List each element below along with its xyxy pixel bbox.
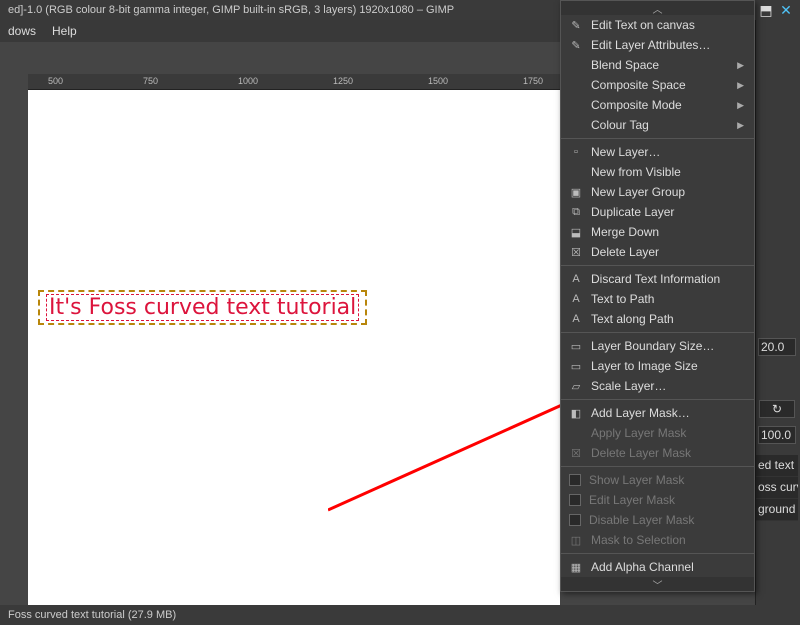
- text-icon: A: [569, 292, 583, 306]
- chevron-right-icon: ▶: [737, 100, 744, 111]
- rotate-icon[interactable]: ↻: [759, 400, 795, 418]
- menu-discard-text[interactable]: ADiscard Text Information: [561, 269, 754, 289]
- selection-icon: ◫: [569, 533, 583, 547]
- chevron-right-icon: ▶: [737, 120, 744, 131]
- menu-separator: [561, 332, 754, 333]
- menu-text-along-path[interactable]: AText along Path: [561, 309, 754, 329]
- menu-scale-layer[interactable]: ▱Scale Layer…: [561, 376, 754, 396]
- menu-new-group[interactable]: ▣New Layer Group: [561, 182, 754, 202]
- opacity-input[interactable]: 100.0: [758, 426, 796, 444]
- menu-delete-mask: ☒Delete Layer Mask: [561, 443, 754, 463]
- canvas-area: 500 750 1000 1250 1500 1750 It's Foss cu…: [0, 42, 560, 605]
- layer-context-menu: ︿ ✎Edit Text on canvas ✎Edit Layer Attri…: [560, 0, 755, 592]
- alpha-icon: ▦: [569, 560, 583, 574]
- menu-edit-mask: Edit Layer Mask: [561, 490, 754, 510]
- menu-scroll-down-icon[interactable]: ﹀: [561, 577, 754, 591]
- menu-show-mask: Show Layer Mask: [561, 470, 754, 490]
- maximize-icon[interactable]: ⬒: [760, 4, 772, 16]
- scale-icon: ▱: [569, 379, 583, 393]
- menu-separator: [561, 553, 754, 554]
- menu-delete-layer[interactable]: ☒Delete Layer: [561, 242, 754, 262]
- checkbox-icon: [569, 474, 581, 486]
- chevron-right-icon: ▶: [737, 80, 744, 91]
- menu-blend-space[interactable]: Blend Space▶: [561, 55, 754, 75]
- menu-composite-space[interactable]: Composite Space▶: [561, 75, 754, 95]
- menu-composite-mode[interactable]: Composite Mode▶: [561, 95, 754, 115]
- menu-apply-mask: Apply Layer Mask: [561, 423, 754, 443]
- menu-separator: [561, 265, 754, 266]
- menu-windows[interactable]: dows: [8, 24, 36, 38]
- annotation-arrow-icon: [328, 390, 588, 520]
- canvas[interactable]: It's Foss curved text tutorial: [28, 90, 560, 605]
- text-layer-bounds[interactable]: It's Foss curved text tutorial: [38, 290, 367, 325]
- fit-icon: ▭: [569, 359, 583, 373]
- menu-duplicate[interactable]: ⧉Duplicate Layer: [561, 202, 754, 222]
- status-bar: Foss curved text tutorial (27.9 MB): [0, 605, 800, 625]
- mask-icon: ◧: [569, 406, 583, 420]
- edit-icon: ✎: [569, 18, 583, 32]
- menu-separator: [561, 138, 754, 139]
- window-title: ed]-1.0 (RGB colour 8-bit gamma integer,…: [8, 4, 454, 16]
- resize-icon: ▭: [569, 339, 583, 353]
- menu-colour-tag[interactable]: Colour Tag▶: [561, 115, 754, 135]
- menu-new-layer[interactable]: ▫New Layer…: [561, 142, 754, 162]
- text-icon: A: [569, 312, 583, 326]
- menu-mask-to-selection: ◫Mask to Selection: [561, 530, 754, 550]
- menu-boundary-size[interactable]: ▭Layer Boundary Size…: [561, 336, 754, 356]
- layer-row[interactable]: ed text: [756, 455, 798, 477]
- chevron-right-icon: ▶: [737, 60, 744, 71]
- menu-layer-to-image[interactable]: ▭Layer to Image Size: [561, 356, 754, 376]
- menu-add-alpha[interactable]: ▦Add Alpha Channel: [561, 557, 754, 577]
- delete-icon: ☒: [569, 446, 583, 460]
- close-icon[interactable]: ✕: [780, 4, 792, 16]
- canvas-text: It's Foss curved text tutorial: [49, 295, 356, 320]
- status-text: Foss curved text tutorial (27.9 MB): [8, 609, 176, 621]
- delete-icon: ☒: [569, 245, 583, 259]
- checkbox-icon: [569, 514, 581, 526]
- menu-scroll-up-icon[interactable]: ︿: [561, 1, 754, 15]
- checkbox-icon: [569, 494, 581, 506]
- merge-icon: ⬓: [569, 225, 583, 239]
- layer-row[interactable]: oss curve: [756, 477, 798, 499]
- folder-icon: ▣: [569, 185, 583, 199]
- duplicate-icon: ⧉: [569, 205, 583, 219]
- text-selection: It's Foss curved text tutorial: [46, 294, 359, 321]
- menu-help[interactable]: Help: [52, 24, 77, 38]
- menu-new-visible[interactable]: New from Visible: [561, 162, 754, 182]
- menu-edit-text[interactable]: ✎Edit Text on canvas: [561, 15, 754, 35]
- new-icon: ▫: [569, 145, 583, 159]
- layer-row[interactable]: ground: [756, 499, 798, 521]
- ruler-horizontal: 500 750 1000 1250 1500 1750: [28, 74, 560, 90]
- menu-separator: [561, 399, 754, 400]
- brush-size-input[interactable]: 20.0: [758, 338, 796, 356]
- layers-panel[interactable]: ed text oss curve ground: [756, 455, 798, 521]
- edit-icon: ✎: [569, 38, 583, 52]
- menu-merge-down[interactable]: ⬓Merge Down: [561, 222, 754, 242]
- text-icon: A: [569, 272, 583, 286]
- menu-disable-mask: Disable Layer Mask: [561, 510, 754, 530]
- menu-edit-attrs[interactable]: ✎Edit Layer Attributes…: [561, 35, 754, 55]
- menu-separator: [561, 466, 754, 467]
- menu-add-mask[interactable]: ◧Add Layer Mask…: [561, 403, 754, 423]
- menu-text-to-path[interactable]: AText to Path: [561, 289, 754, 309]
